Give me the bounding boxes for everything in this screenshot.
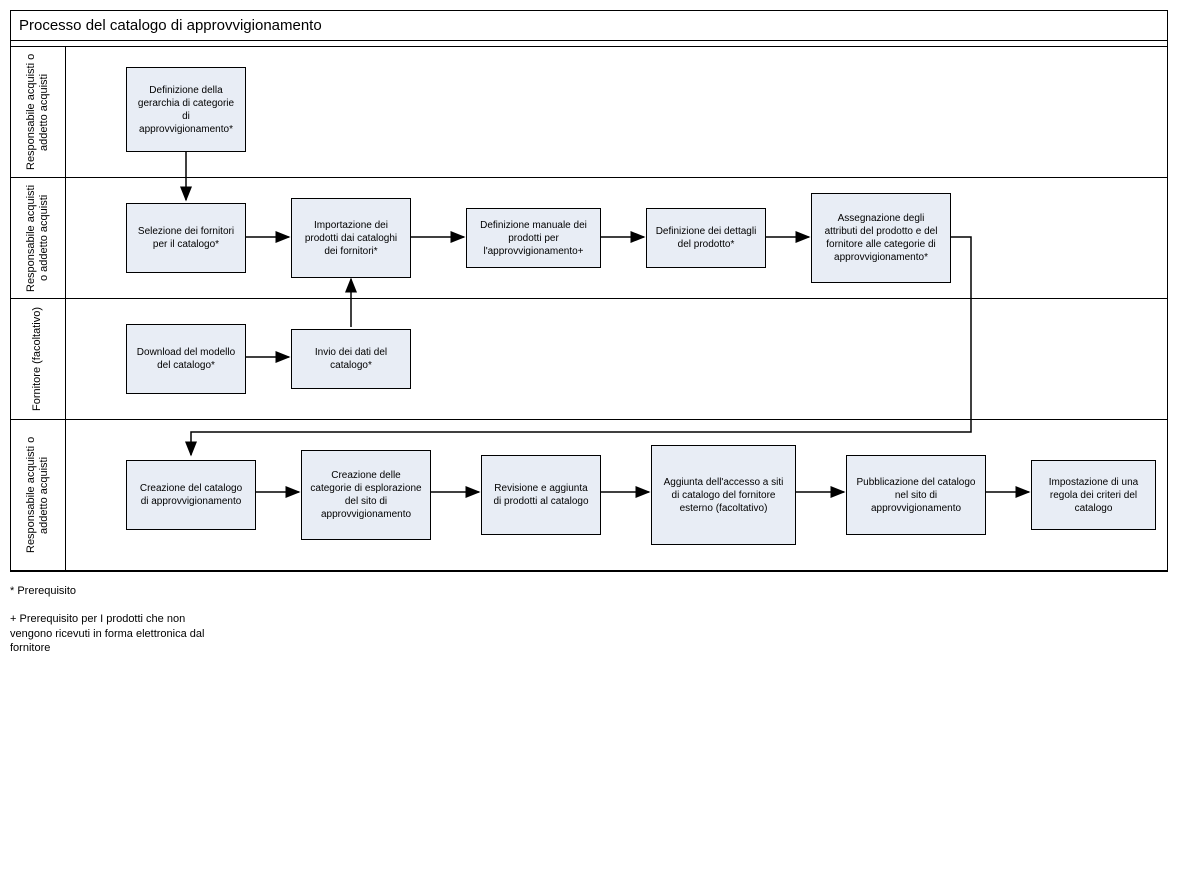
lane-content-0: Definizione della gerarchia di categorie… [66,47,1167,177]
lane-label-0: Responsabile acquisti o addetto acquisti [11,47,66,177]
box-assign-attributes: Assegnazione degli attributi del prodott… [811,193,951,283]
swimlane-diagram: Processo del catalogo di approvvigioname… [10,10,1168,572]
box-create-catalog: Creazione del catalogo di approvvigionam… [126,460,256,530]
box-select-suppliers: Selezione dei fornitori per il catalogo* [126,203,246,273]
lane-0: Responsabile acquisti o addetto acquisti… [11,47,1167,178]
lanes-container: Responsabile acquisti o addetto acquisti… [11,47,1167,571]
box-define-hierarchy: Definizione della gerarchia di categorie… [126,67,246,152]
lane-label-3: Responsabile acquisti o addetto acquisti [11,420,66,570]
lane-content-2: Download del modello del catalogo* Invio… [66,299,1167,419]
box-send-data: Invio dei dati del catalogo* [291,329,411,389]
box-publish: Pubblicazione del catalogo nel sito di a… [846,455,986,535]
lane-label-1: Responsabile acquisti o addetto acquisti [11,178,66,298]
box-import-products: Importazione dei prodotti dai cataloghi … [291,198,411,278]
footnote-prerequisite: * Prerequisito [10,584,230,598]
box-policy-rule: Impostazione di una regola dei criteri d… [1031,460,1156,530]
lane-content-3: Creazione del catalogo di approvvigionam… [66,420,1167,570]
lane-2: Fornitore (facoltativo) Download del mod… [11,299,1167,420]
box-add-external: Aggiunta dell'accesso a siti di catalogo… [651,445,796,545]
box-download-template: Download del modello del catalogo* [126,324,246,394]
lane-3: Responsabile acquisti o addetto acquisti… [11,420,1167,571]
lane-1: Responsabile acquisti o addetto acquisti… [11,178,1167,299]
box-review-add: Revisione e aggiunta di prodotti al cata… [481,455,601,535]
footnotes: * Prerequisito + Prerequisito per I prod… [10,584,1168,655]
box-manual-define: Definizione manuale dei prodotti per l'a… [466,208,601,268]
lane-label-2: Fornitore (facoltativo) [11,299,66,419]
box-create-categories: Creazione delle categorie di esplorazion… [301,450,431,540]
footnote-electronic: + Prerequisito per I prodotti che non ve… [10,612,230,655]
box-product-details: Definizione dei dettagli del prodotto* [646,208,766,268]
lane-content-1: Selezione dei fornitori per il catalogo*… [66,178,1167,298]
diagram-title: Processo del catalogo di approvvigioname… [11,11,1167,41]
